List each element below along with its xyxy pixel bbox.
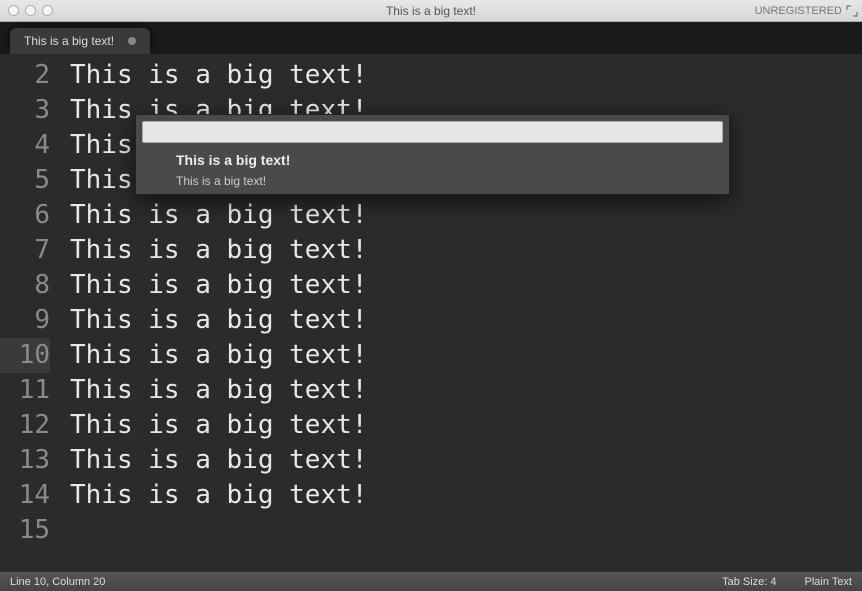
line-number: 5 xyxy=(0,163,50,198)
traffic-lights xyxy=(0,5,53,16)
palette-result-secondary[interactable]: This is a big text! xyxy=(136,171,729,194)
code-line[interactable]: This is a big text! xyxy=(70,338,862,373)
tab-bar: This is a big text! xyxy=(0,22,862,54)
line-number: 6 xyxy=(0,198,50,233)
code-line[interactable]: This is a big text! xyxy=(70,478,862,513)
code-line[interactable]: This is a big text! xyxy=(70,268,862,303)
line-number: 10 xyxy=(0,338,50,373)
line-number: 7 xyxy=(0,233,50,268)
status-syntax[interactable]: Plain Text xyxy=(805,576,853,588)
code-line[interactable]: This is a big text! xyxy=(70,408,862,443)
dirty-indicator-icon xyxy=(128,37,136,45)
code-line[interactable]: This is a big text! xyxy=(70,303,862,338)
expand-icon[interactable] xyxy=(846,5,858,17)
code-line[interactable]: This is a big text! xyxy=(70,373,862,408)
window-titlebar: This is a big text! UNREGISTERED xyxy=(0,0,862,22)
code-line[interactable]: This is a big text! xyxy=(70,443,862,478)
code-line[interactable]: This is a big text! xyxy=(70,58,862,93)
line-number-gutter: 23456789101112131415 xyxy=(0,54,60,548)
line-number: 4 xyxy=(0,128,50,163)
close-window-button[interactable] xyxy=(8,5,19,16)
line-number: 8 xyxy=(0,268,50,303)
editor-area[interactable]: 23456789101112131415 This is a big text!… xyxy=(0,54,862,571)
code-line[interactable]: This is a big text! xyxy=(70,233,862,268)
status-position[interactable]: Line 10, Column 20 xyxy=(10,576,105,588)
line-number: 11 xyxy=(0,373,50,408)
palette-result-primary[interactable]: This is a big text! xyxy=(136,149,729,171)
tab-file[interactable]: This is a big text! xyxy=(10,28,150,54)
window-title: This is a big text! xyxy=(0,4,862,18)
status-bar: Line 10, Column 20 Tab Size: 4 Plain Tex… xyxy=(0,571,862,591)
line-number: 14 xyxy=(0,478,50,513)
minimize-window-button[interactable] xyxy=(25,5,36,16)
command-palette: This is a big text! This is a big text! xyxy=(135,114,730,195)
line-number: 13 xyxy=(0,443,50,478)
status-tab-size[interactable]: Tab Size: 4 xyxy=(722,576,776,588)
zoom-window-button[interactable] xyxy=(42,5,53,16)
code-line[interactable]: This is a big text! xyxy=(70,198,862,233)
line-number: 2 xyxy=(0,58,50,93)
line-number: 12 xyxy=(0,408,50,443)
line-number: 3 xyxy=(0,93,50,128)
line-number: 9 xyxy=(0,303,50,338)
command-palette-input[interactable] xyxy=(142,121,723,143)
line-number: 15 xyxy=(0,513,50,548)
code-line[interactable] xyxy=(70,513,862,548)
tab-label: This is a big text! xyxy=(24,34,114,48)
unregistered-label: UNREGISTERED xyxy=(755,5,842,17)
